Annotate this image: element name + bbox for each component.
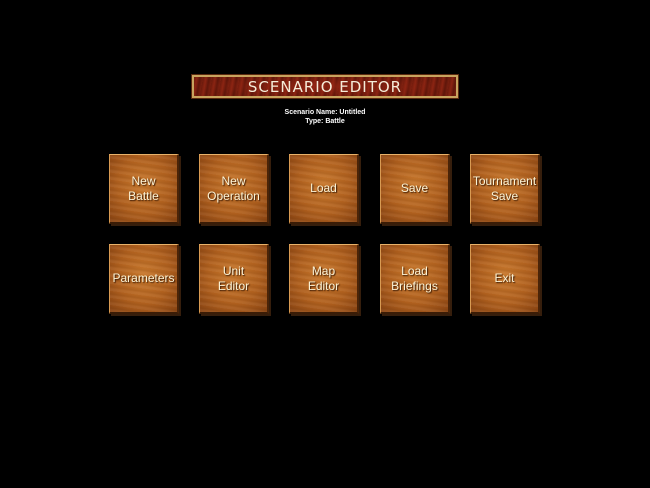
save-button[interactable]: Save (380, 154, 450, 224)
save-label: Save (400, 181, 429, 195)
new-operation-button[interactable]: New Operation (199, 154, 269, 224)
unit-editor-label: Unit Editor (217, 263, 250, 293)
new-battle-label: New Battle (128, 173, 159, 203)
title-banner: SCENARIO EDITOR (191, 74, 459, 99)
exit-button[interactable]: Exit (470, 244, 540, 314)
map-editor-label: Map Editor (307, 263, 340, 293)
scenario-type-label: Type: Battle (305, 118, 345, 125)
new-operation-label: New Operation (207, 173, 260, 203)
load-briefings-label: Load Briefings (391, 263, 438, 293)
parameters-label: Parameters (112, 271, 175, 285)
parameters-button[interactable]: Parameters (109, 244, 179, 314)
load-briefings-button[interactable]: Load Briefings (380, 244, 450, 314)
exit-label: Exit (494, 271, 515, 285)
load-label: Load (310, 181, 337, 195)
tournament-save-button[interactable]: Tournament Save (470, 154, 540, 224)
load-button[interactable]: Load (289, 154, 359, 224)
tournament-save-label: Tournament Save (472, 173, 537, 203)
new-battle-button[interactable]: New Battle (109, 154, 179, 224)
page-title: SCENARIO EDITOR (247, 77, 403, 96)
map-editor-button[interactable]: Map Editor (289, 244, 359, 314)
scenario-name-label: Scenario Name: Untitled (284, 109, 366, 116)
unit-editor-button[interactable]: Unit Editor (199, 244, 269, 314)
